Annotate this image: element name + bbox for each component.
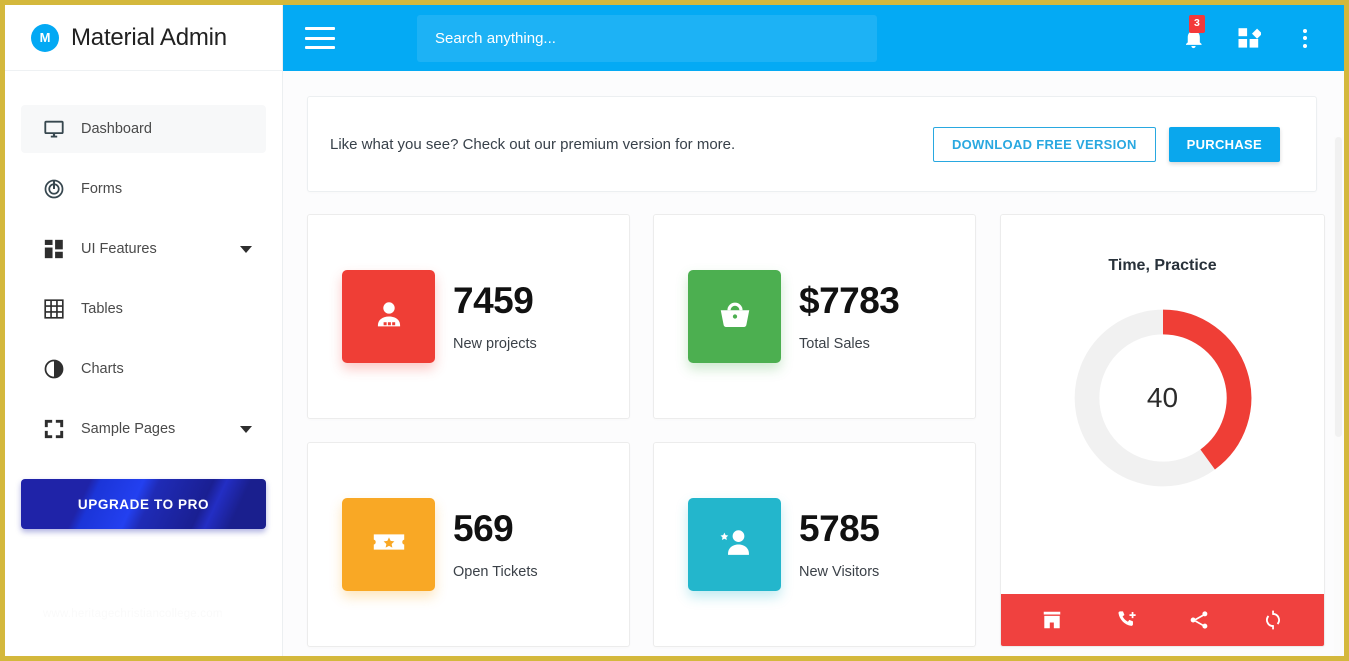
stat-value: 5785 [799,510,879,547]
brand-title: Material Admin [71,24,227,52]
stat-card-new-visitors[interactable]: 5785 New Visitors [653,442,976,647]
sidebar-item-label: Dashboard [81,121,152,137]
topbar: 3 [283,5,1344,71]
sidebar-item-forms[interactable]: Forms [21,165,266,213]
dashboard-grid: 7459 New projects $7783 Total Sales [307,214,1317,647]
stat-text: 7459 New projects [453,282,537,352]
sidebar-item-label: UI Features [81,241,157,257]
person-icon [370,295,408,338]
sidebar-item-label: Sample Pages [81,421,175,437]
stat-text: 5785 New Visitors [799,510,879,580]
sidebar-nav: Dashboard Forms [5,71,282,465]
sync-icon[interactable] [1260,607,1286,633]
stat-label: Open Tickets [453,564,538,580]
sidebar-item-ui-features[interactable]: UI Features [21,225,266,273]
content-scroll-area: Like what you see? Check out our premium… [283,71,1344,656]
table-grid-icon [42,297,66,321]
notifications-button[interactable]: 3 [1180,25,1206,51]
pie-chart-icon [42,357,66,381]
stat-text: $7783 Total Sales [799,282,899,352]
share-icon[interactable] [1186,607,1212,633]
vertical-scrollbar[interactable] [1334,137,1343,656]
chevron-down-icon[interactable] [240,246,252,253]
stat-card-new-projects[interactable]: 7459 New projects [307,214,630,419]
upgrade-section: UPGRADE TO PRO [5,465,282,529]
promo-message: Like what you see? Check out our premium… [330,136,735,153]
premium-promo-banner: Like what you see? Check out our premium… [307,96,1317,192]
stat-cards-column: 7459 New projects $7783 Total Sales [307,214,977,647]
stat-icon-tile [342,498,435,591]
apps-button[interactable] [1236,25,1262,51]
stat-value: $7783 [799,282,899,319]
person-add-icon [716,523,754,566]
chevron-down-icon[interactable] [240,426,252,433]
store-icon[interactable] [1039,607,1065,633]
time-practice-chart-card: Time, Practice 40 [1000,214,1325,647]
chart-title: Time, Practice [1108,257,1216,275]
stat-text: 569 Open Tickets [453,510,538,580]
donut-center-value: 40 [1068,303,1258,493]
stat-value: 569 [453,510,538,547]
monitor-icon [42,117,66,141]
brand-logo-icon: M [31,24,59,52]
promo-actions: DOWNLOAD FREE VERSION PURCHASE [933,127,1280,162]
more-options-button[interactable] [1292,25,1318,51]
watermark-text: www.heritagechristiancollege.com [43,608,223,620]
target-icon [42,177,66,201]
sidebar-item-label: Charts [81,361,124,377]
grid-blocks-icon [42,237,66,261]
stat-icon-tile [688,498,781,591]
stat-label: New projects [453,336,537,352]
search-input[interactable] [417,15,877,62]
app-window: M Material Admin Dashboard [0,0,1349,661]
fullscreen-icon [42,417,66,441]
stat-icon-tile [688,270,781,363]
phone-add-icon[interactable] [1113,607,1139,633]
more-vertical-icon [1303,29,1307,48]
stat-label: Total Sales [799,336,899,352]
download-free-version-button[interactable]: DOWNLOAD FREE VERSION [933,127,1156,162]
stat-card-open-tickets[interactable]: 569 Open Tickets [307,442,630,647]
sidebar-item-sample-pages[interactable]: Sample Pages [21,405,266,453]
donut-gauge-chart: 40 [1068,303,1258,493]
sidebar-item-label: Tables [81,301,123,317]
sidebar: M Material Admin Dashboard [5,5,283,656]
hamburger-icon[interactable] [305,27,335,49]
upgrade-to-pro-button[interactable]: UPGRADE TO PRO [21,479,266,529]
stat-value: 7459 [453,282,537,319]
topbar-actions: 3 [1180,25,1326,51]
ticket-star-icon [370,523,408,566]
sidebar-item-label: Forms [81,181,122,197]
chart-card-footer-toolbar [1001,594,1324,646]
stat-icon-tile [342,270,435,363]
purchase-button[interactable]: PURCHASE [1169,127,1280,162]
sidebar-item-dashboard[interactable]: Dashboard [21,105,266,153]
basket-icon [716,295,754,338]
main-area: 3 L [283,5,1344,656]
stat-card-total-sales[interactable]: $7783 Total Sales [653,214,976,419]
brand-header[interactable]: M Material Admin [5,5,282,71]
sidebar-item-tables[interactable]: Tables [21,285,266,333]
stat-label: New Visitors [799,564,879,580]
scrollbar-thumb[interactable] [1335,137,1342,437]
notification-badge: 3 [1189,15,1205,33]
sidebar-item-charts[interactable]: Charts [21,345,266,393]
